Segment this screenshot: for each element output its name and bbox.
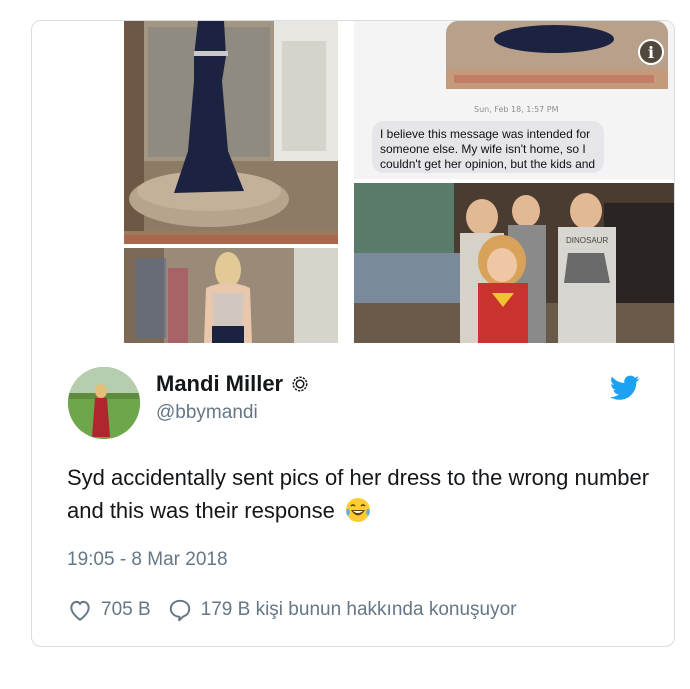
- kids-image: DINOSAUR: [354, 183, 674, 343]
- sms-message-bubble: I believe this message was intended for …: [372, 121, 604, 173]
- photo-text-message[interactable]: i Sun, Feb 18, 1:57 PM I believe this me…: [354, 21, 674, 179]
- reply-text: 179 B kişi bunun hakkında konuşuyor: [200, 599, 517, 620]
- tweet-timestamp[interactable]: 19:05 - 8 Mar 2018: [67, 549, 228, 571]
- tweet-actions: 705 B 179 B kişi bunun hakkında konuşuyo…: [67, 597, 516, 623]
- like-button[interactable]: 705 B: [67, 597, 151, 623]
- dress-front-image: [124, 21, 338, 244]
- twitter-bird-icon[interactable]: [610, 375, 640, 401]
- photo-kids-thumbs-up[interactable]: DINOSAUR: [354, 183, 674, 343]
- avatar-image: [68, 367, 140, 439]
- reply-bubble-icon: [169, 599, 190, 622]
- photo-dress-back[interactable]: [124, 248, 338, 343]
- author-name[interactable]: Mandi Miller: [156, 371, 283, 397]
- avatar[interactable]: [68, 367, 140, 439]
- tweet-media-grid: i Sun, Feb 18, 1:57 PM I believe this me…: [32, 21, 674, 343]
- sms-date: Sun, Feb 18, 1:57 PM: [474, 105, 559, 114]
- laughing-emoji-icon: [345, 498, 370, 522]
- sent-photo-thumbnail: [354, 21, 674, 91]
- dress-back-image: [124, 248, 338, 343]
- info-icon[interactable]: i: [638, 39, 664, 65]
- author-handle[interactable]: @bbymandi: [156, 402, 258, 424]
- tweet-text: Syd accidentally sent pics of her dress …: [67, 461, 657, 527]
- like-count: 705 B: [101, 599, 151, 620]
- shirt-text: DINOSAUR: [566, 236, 608, 245]
- reply-button[interactable]: 179 B kişi bunun hakkında konuşuyor: [167, 597, 517, 623]
- tweet-card[interactable]: i Sun, Feb 18, 1:57 PM I believe this me…: [31, 20, 675, 647]
- author-name-row: Mandi Miller: [156, 371, 309, 397]
- photo-dress-front[interactable]: [124, 21, 338, 244]
- verified-icon: [292, 376, 308, 392]
- heart-icon: [70, 600, 90, 621]
